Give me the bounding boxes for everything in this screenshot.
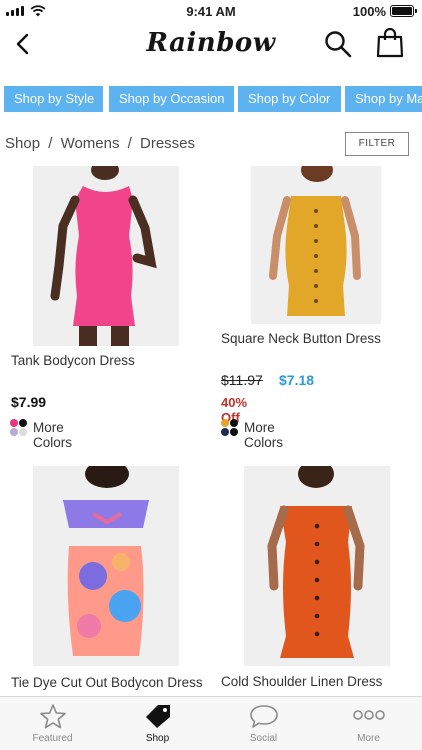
bottom-tab-bar: Featured Shop Social More — [0, 696, 422, 750]
color-swatches-icon — [10, 419, 28, 437]
tab-label: Featured — [32, 733, 73, 744]
breadcrumb-separator: / — [48, 135, 53, 152]
product-name[interactable]: Square Neck Button Dress — [221, 331, 381, 346]
shopping-bag-icon[interactable] — [376, 28, 404, 58]
original-price: $11.97 — [221, 372, 263, 388]
product-image[interactable] — [33, 466, 179, 666]
brand-logo[interactable]: Rainbow — [0, 28, 422, 58]
tab-shop-by-material[interactable]: Shop by Ma — [345, 86, 422, 112]
chat-bubble-icon — [249, 705, 278, 728]
more-dots-icon — [352, 710, 385, 720]
product-image[interactable] — [251, 166, 381, 324]
tab-social[interactable]: Social — [211, 703, 316, 744]
tab-shop-by-style[interactable]: Shop by Style — [4, 86, 103, 112]
product-name[interactable]: Cold Shoulder Linen Dress — [221, 674, 382, 689]
sale-price: $7.18 — [279, 372, 315, 388]
tab-label: More — [357, 733, 380, 744]
battery-icon — [390, 5, 417, 17]
breadcrumb-dresses: Dresses — [140, 135, 196, 152]
product-image[interactable] — [33, 166, 179, 346]
tab-label: Social — [249, 733, 278, 744]
color-swatches-icon — [221, 419, 239, 437]
product-price: $7.99 — [11, 394, 47, 410]
dress-shape — [63, 500, 149, 528]
tab-more[interactable]: More — [316, 703, 421, 744]
breadcrumb-shop[interactable]: Shop — [5, 135, 40, 152]
app-header: Rainbow — [0, 24, 422, 68]
tab-shop-by-color[interactable]: Shop by Color — [238, 86, 341, 112]
breadcrumb: Shop / Womens / Dresses — [5, 135, 199, 152]
filter-button[interactable]: FILTER — [345, 132, 409, 156]
product-image[interactable] — [244, 466, 390, 666]
product-name[interactable]: Tie Dye Cut Out Bodycon Dress — [11, 674, 203, 691]
tag-icon — [145, 705, 170, 728]
category-tabs: Shop by Style Shop by Occasion Shop by C… — [0, 86, 422, 112]
breadcrumb-separator: / — [127, 135, 132, 152]
dress-shape — [73, 186, 135, 326]
tab-featured[interactable]: Featured — [0, 703, 105, 744]
more-colors-link[interactable]: More Colors — [33, 420, 72, 450]
more-colors-link[interactable]: More Colors — [244, 420, 283, 450]
tab-label: Shop — [145, 733, 170, 744]
tab-shop-by-occasion[interactable]: Shop by Occasion — [109, 86, 234, 112]
breadcrumb-womens[interactable]: Womens — [61, 135, 120, 152]
status-bar: 9:41 AM 100% — [0, 0, 422, 24]
battery-percentage: 100% — [352, 4, 386, 19]
star-icon — [39, 704, 66, 729]
search-icon[interactable] — [324, 30, 352, 58]
tab-shop[interactable]: Shop — [105, 703, 210, 744]
product-name[interactable]: Tank Bodycon Dress — [11, 353, 135, 368]
